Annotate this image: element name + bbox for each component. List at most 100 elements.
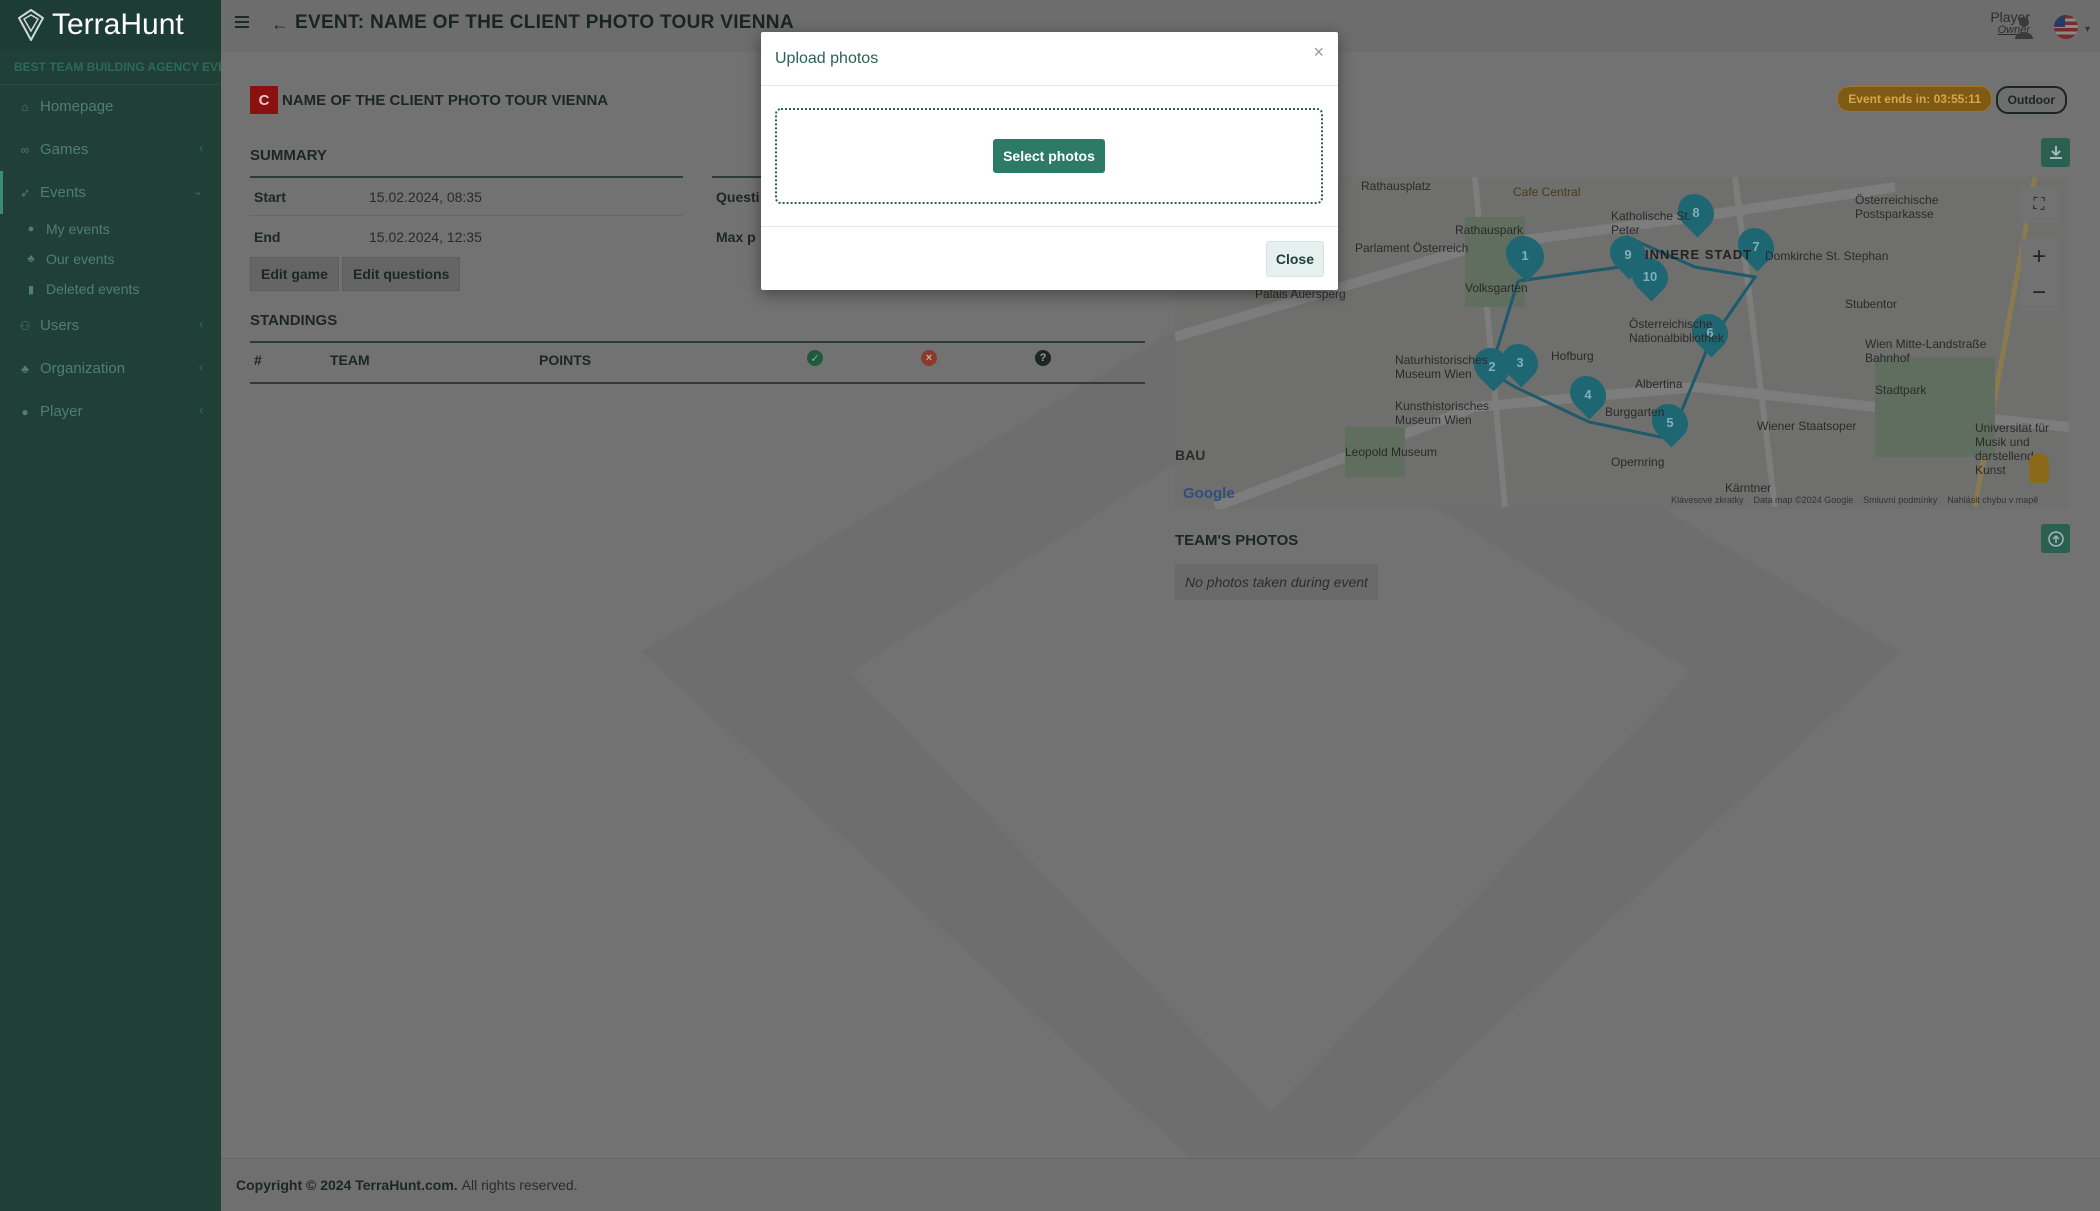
avatar-icon[interactable]: [2014, 15, 2034, 39]
google-logo: Google: [1183, 485, 1235, 502]
zoom-in-button[interactable]: +: [2021, 239, 2057, 275]
map-label: Rathausplatz: [1361, 179, 1432, 193]
map-attribution-data: Data map ©2024 Google: [1753, 495, 1854, 505]
map-label: Leopold Museum: [1345, 445, 1438, 459]
col-team: TEAM: [330, 352, 370, 368]
users-icon: ⚇: [19, 318, 31, 333]
chevron-left-icon: ‹: [199, 141, 203, 155]
map-marker-number: 3: [1516, 354, 1524, 370]
map-label: Volksgarten: [1465, 281, 1528, 295]
map-label: Kärntner: [1725, 481, 1772, 495]
row-divider: [250, 215, 683, 216]
sidebar-item-organization[interactable]: ♣ Organization ‹: [0, 347, 221, 390]
map-label: Rathauspark: [1455, 223, 1524, 237]
rights-text: All rights reserved.: [461, 1177, 578, 1193]
map-label: Österreichische Postsparkasse: [1855, 193, 1939, 221]
map-label: Parlament Österreich: [1355, 241, 1469, 255]
sidebar-item-my-events[interactable]: ● My events: [0, 214, 221, 244]
sidebar: TerraHunt BEST TEAM BUILDING AGENCY EVEN…: [0, 0, 221, 1211]
col-rank: #: [254, 352, 262, 368]
map-label: Hofburg: [1551, 349, 1594, 363]
sidebar-item-label: Games: [40, 141, 89, 158]
fullscreen-button[interactable]: ⛶: [2021, 187, 2057, 223]
map-label: Österreichische Nationalbibliothek: [1629, 317, 1724, 345]
upload-icon: [2047, 530, 2064, 547]
agency-name: BEST TEAM BUILDING AGENCY EVENTS: [0, 50, 221, 85]
map-label: Albertina: [1635, 377, 1683, 391]
map-attribution-report[interactable]: Nahlásit chybu v mapě: [1947, 495, 2038, 505]
sidebar-item-games[interactable]: ∞ Games ‹: [0, 128, 221, 171]
sidebar-item-player[interactable]: ● Player ‹: [0, 390, 221, 433]
logo[interactable]: TerraHunt: [0, 0, 221, 50]
map-label: INNERE STADT: [1645, 247, 1753, 262]
team-photos-title: TEAM'S PHOTOS: [1175, 532, 1299, 549]
event-ends-badge: Event ends in: 03:55:11: [1837, 86, 1992, 112]
modal-title: Upload photos: [761, 32, 1338, 86]
map-label: Naturhistorisches Museum Wien: [1395, 353, 1488, 381]
map-label: Kunsthistorisches Museum Wien: [1395, 399, 1490, 427]
col-points: POINTS: [539, 352, 592, 368]
back-arrow-icon[interactable]: ←: [271, 14, 289, 35]
sidebar-item-homepage[interactable]: ⌂ Homepage: [0, 85, 221, 128]
map-label: Katholische St. Peter: [1611, 209, 1692, 237]
upload-photo-button[interactable]: [2041, 524, 2070, 553]
edit-questions-button[interactable]: Edit questions: [342, 257, 461, 291]
sidebar-item-label: My events: [46, 221, 110, 237]
standings-title: STANDINGS: [250, 312, 338, 329]
sidebar-item-label: Deleted events: [46, 281, 140, 297]
event-type-badge: Outdoor: [1995, 86, 2067, 114]
close-icon[interactable]: ×: [1313, 42, 1324, 63]
chevron-left-icon: ‹: [199, 317, 203, 331]
events-submenu: ● My events ♣ Our events ▮ Deleted event…: [0, 214, 221, 304]
modal-footer: Close: [761, 226, 1338, 290]
map-label: Domkirche St. Stephan: [1765, 249, 1889, 263]
sidebar-item-label: Users: [40, 317, 80, 334]
map-marker-number: 4: [1584, 386, 1592, 402]
chevron-left-icon: ‹: [199, 360, 203, 374]
sidebar-item-users[interactable]: ⚇ Users ‹: [0, 304, 221, 347]
event-header: C NAME OF THE CLIENT PHOTO TOUR VIENNA: [250, 86, 608, 114]
edit-game-button[interactable]: Edit game: [250, 257, 339, 291]
map-attribution-shortcuts[interactable]: Klávesové zkratky: [1671, 495, 1744, 505]
event-name: NAME OF THE CLIENT PHOTO TOUR VIENNA: [282, 91, 609, 109]
sidebar-item-events[interactable]: ➶ Events ⌄: [0, 171, 221, 214]
sidebar-nav: ⌂ Homepage ∞ Games ‹ ➶ Events ⌄ ● My eve…: [0, 85, 221, 433]
close-button[interactable]: Close: [1265, 241, 1324, 277]
sidebar-item-deleted-events[interactable]: ▮ Deleted events: [0, 274, 221, 304]
map-label: Wiener Staatsoper: [1757, 419, 1857, 433]
hamburger-menu-icon[interactable]: [235, 16, 249, 30]
download-button[interactable]: [2041, 138, 2070, 167]
map-label: Wien Mitte-Landstraße Bahnhof: [1865, 337, 1987, 365]
sitemap-icon: ♣: [21, 361, 29, 376]
upload-photos-modal: Upload photos × Select photos Close: [761, 32, 1338, 290]
map-label: Burggarten: [1605, 405, 1665, 419]
home-icon: ⌂: [21, 99, 29, 114]
standings-bottom-line: [250, 382, 1145, 384]
end-value: 15.02.2024, 12:35: [369, 229, 482, 245]
summary-divider: [250, 176, 683, 178]
check-circle-icon: ✓: [807, 350, 823, 366]
standings-divider: [250, 341, 1145, 343]
logo-text: TerraHunt: [52, 8, 184, 41]
map-marker-number: 10: [1642, 268, 1658, 284]
us-flag-icon[interactable]: [2054, 15, 2078, 39]
sidebar-item-label: Events: [40, 184, 86, 201]
caret-down-icon[interactable]: ▾: [2085, 24, 2090, 35]
photo-dropzone[interactable]: Select photos: [775, 108, 1323, 204]
chevron-left-icon: ‹: [199, 403, 203, 417]
logo-pin-icon: [18, 9, 44, 41]
map-attribution: Klávesové zkratky Data map ©2024 Google …: [1671, 495, 2038, 505]
sidebar-item-our-events[interactable]: ♣ Our events: [0, 244, 221, 274]
end-label: End: [254, 229, 281, 245]
map-label: Stadtpark: [1875, 383, 1927, 397]
map-attribution-terms[interactable]: Smluvní podmínky: [1863, 495, 1937, 505]
map-label: Stubentor: [1845, 297, 1898, 311]
app-root: TerraHunt BEST TEAM BUILDING AGENCY EVEN…: [0, 0, 2100, 1211]
sitemap-icon: ♣: [27, 253, 35, 265]
select-photos-button[interactable]: Select photos: [993, 139, 1105, 173]
zoom-out-button[interactable]: −: [2021, 275, 2057, 311]
map-label: Opernring: [1611, 455, 1665, 469]
pegman-icon[interactable]: [2029, 453, 2049, 483]
sidebar-item-label: Homepage: [40, 98, 114, 115]
no-photos-message: No photos taken during event: [1175, 564, 1378, 600]
